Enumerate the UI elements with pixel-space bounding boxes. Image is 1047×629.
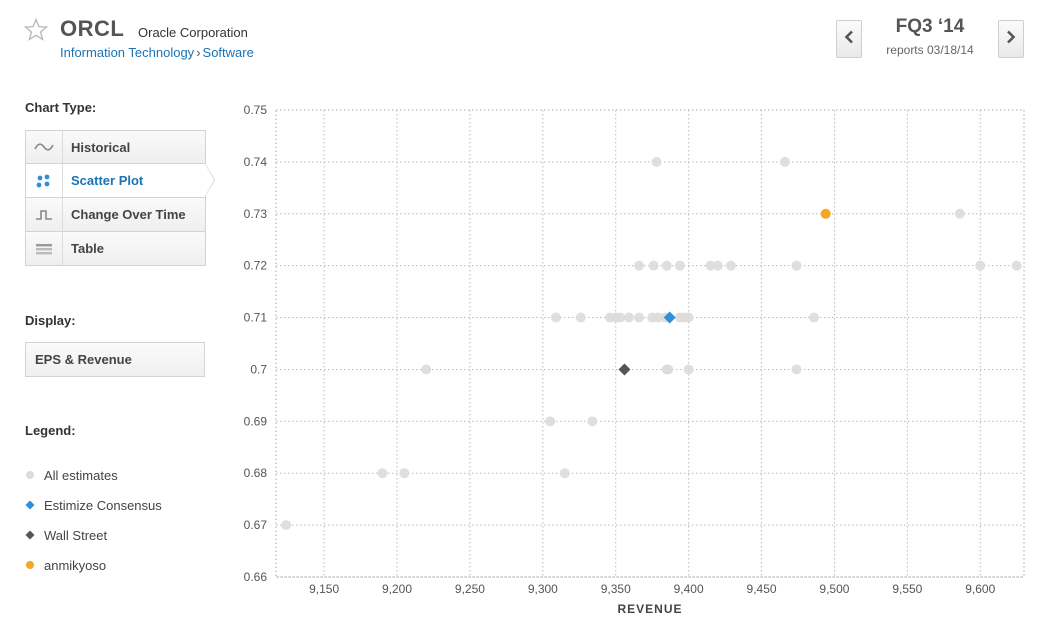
- estimate-point: [559, 468, 570, 479]
- user-estimate-point: [820, 208, 831, 219]
- estimate-point: [683, 312, 694, 323]
- estimate-point: [683, 364, 694, 375]
- estimate-point: [1011, 260, 1022, 271]
- estimate-point: [648, 260, 659, 271]
- estimate-point: [712, 260, 723, 271]
- estimate-point: [634, 260, 645, 271]
- wall-street-point: [618, 363, 631, 376]
- estimate-point: [651, 156, 662, 167]
- y-tick-label: 0.73: [244, 207, 268, 221]
- estimate-point: [545, 416, 556, 427]
- estimate-point: [954, 208, 965, 219]
- estimate-point: [975, 260, 986, 271]
- estimate-point: [377, 468, 388, 479]
- estimate-point: [550, 312, 561, 323]
- estimate-point: [791, 364, 802, 375]
- y-tick-label: 0.75: [244, 103, 268, 117]
- estimate-point: [674, 260, 685, 271]
- y-tick-label: 0.68: [244, 466, 268, 480]
- x-tick-label: 9,200: [382, 582, 412, 596]
- plot-frame: [275, 109, 1025, 578]
- y-tick-label: 0.72: [244, 259, 268, 273]
- estimate-point: [587, 416, 598, 427]
- x-tick-label: 9,250: [455, 582, 485, 596]
- estimate-point: [725, 260, 736, 271]
- y-tick-label: 0.69: [244, 414, 268, 428]
- estimate-point: [779, 156, 790, 167]
- estimate-point: [615, 312, 626, 323]
- estimate-point: [281, 520, 292, 531]
- estimate-point: [421, 364, 432, 375]
- estimate-point: [791, 260, 802, 271]
- scatter-chart: 0.66 0.67 0.68 0.69 0.7 0.71 0.72 0.73 0.74 0.75 9…: [244, 103, 1025, 616]
- estimate-point: [399, 468, 410, 479]
- x-tick-label: 9,450: [747, 582, 777, 596]
- estimate-point: [661, 260, 672, 271]
- estimate-point: [575, 312, 586, 323]
- estimate-point: [623, 312, 634, 323]
- x-tick-label: 9,400: [674, 582, 704, 596]
- x-tick-label: 9,500: [819, 582, 849, 596]
- y-tick-label: 0.71: [244, 311, 268, 325]
- x-axis-label: REVENUE: [617, 602, 682, 616]
- estimate-point: [809, 312, 820, 323]
- x-tick-label: 9,150: [309, 582, 339, 596]
- x-tick-label: 9,600: [965, 582, 995, 596]
- y-tick-label: 0.74: [244, 155, 268, 169]
- estimate-point: [663, 364, 674, 375]
- y-tick-label: 0.67: [244, 518, 268, 532]
- x-tick-label: 9,350: [601, 582, 631, 596]
- y-tick-label: 0.66: [244, 570, 268, 584]
- x-tick-label: 9,300: [528, 582, 558, 596]
- y-tick-label: 0.7: [250, 362, 267, 376]
- x-tick-label: 9,550: [892, 582, 922, 596]
- estimate-point: [634, 312, 645, 323]
